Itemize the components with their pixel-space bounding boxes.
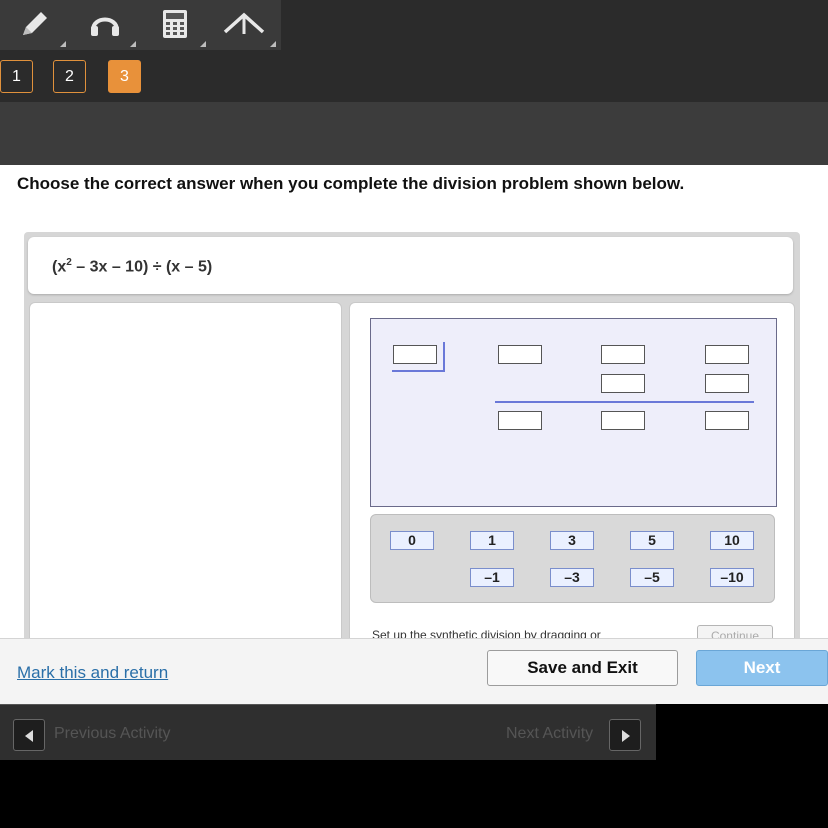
product-slot-2[interactable]: [601, 374, 645, 393]
tile-0[interactable]: 0: [390, 531, 434, 550]
pencil-icon: [23, 12, 47, 35]
tool-toolbar: [0, 0, 282, 51]
activity-nav-filler: [656, 704, 828, 759]
left-panel: [29, 302, 342, 654]
calculator-tool[interactable]: [140, 0, 210, 50]
calculator-icon: [163, 10, 187, 38]
reference-tool[interactable]: [210, 0, 280, 50]
synthetic-division-workspace: [370, 318, 777, 507]
header-spacer: [0, 102, 828, 165]
previous-activity-button[interactable]: [13, 719, 45, 751]
headphones-icon: [91, 17, 119, 36]
arrow-left-icon: [25, 730, 33, 742]
question-3-button[interactable]: 3: [108, 60, 141, 93]
headphones-tool[interactable]: [70, 0, 140, 50]
question-2-button[interactable]: 2: [53, 60, 86, 93]
product-slot-3[interactable]: [705, 374, 749, 393]
question-1-button[interactable]: 1: [0, 60, 33, 93]
division-bracket: [392, 342, 445, 372]
coefficient-slot-2[interactable]: [601, 345, 645, 364]
expr-rest: – 3x – 10) ÷ (x – 5): [71, 258, 213, 276]
tile-neg-5[interactable]: –5: [630, 568, 674, 587]
top-band: [281, 0, 828, 50]
next-activity-label: Next Activity: [506, 725, 594, 742]
pencil-tool[interactable]: [0, 0, 70, 50]
question-prompt: Choose the correct answer when you compl…: [17, 174, 685, 193]
save-and-exit-button[interactable]: Save and Exit: [487, 650, 678, 686]
tile-neg-1[interactable]: –1: [470, 568, 514, 587]
division-expression: (x2 – 3x – 10) ÷ (x – 5): [52, 257, 212, 276]
result-slot-2[interactable]: [601, 411, 645, 430]
tile-10[interactable]: 10: [710, 531, 754, 550]
question-nav: 1 2 3: [0, 50, 828, 102]
tile-tray: 0 1 3 5 10 –1 –3 –5 –10: [370, 514, 775, 603]
tile-neg-10[interactable]: –10: [710, 568, 754, 587]
tile-1[interactable]: 1: [470, 531, 514, 550]
mark-and-return-link[interactable]: Mark this and return: [17, 663, 168, 683]
coefficient-slot-3[interactable]: [705, 345, 749, 364]
reference-icon: [223, 12, 265, 34]
next-button[interactable]: Next: [696, 650, 828, 686]
coefficient-slot-1[interactable]: [498, 345, 542, 364]
next-activity-button[interactable]: [609, 719, 641, 751]
result-slot-1[interactable]: [498, 411, 542, 430]
expr-open: (x: [52, 258, 67, 276]
previous-activity-label: Previous Activity: [54, 725, 171, 742]
sum-line: [495, 401, 754, 403]
tile-3[interactable]: 3: [550, 531, 594, 550]
result-slot-3[interactable]: [705, 411, 749, 430]
tile-neg-3[interactable]: –3: [550, 568, 594, 587]
tile-5[interactable]: 5: [630, 531, 674, 550]
arrow-right-icon: [622, 730, 630, 742]
